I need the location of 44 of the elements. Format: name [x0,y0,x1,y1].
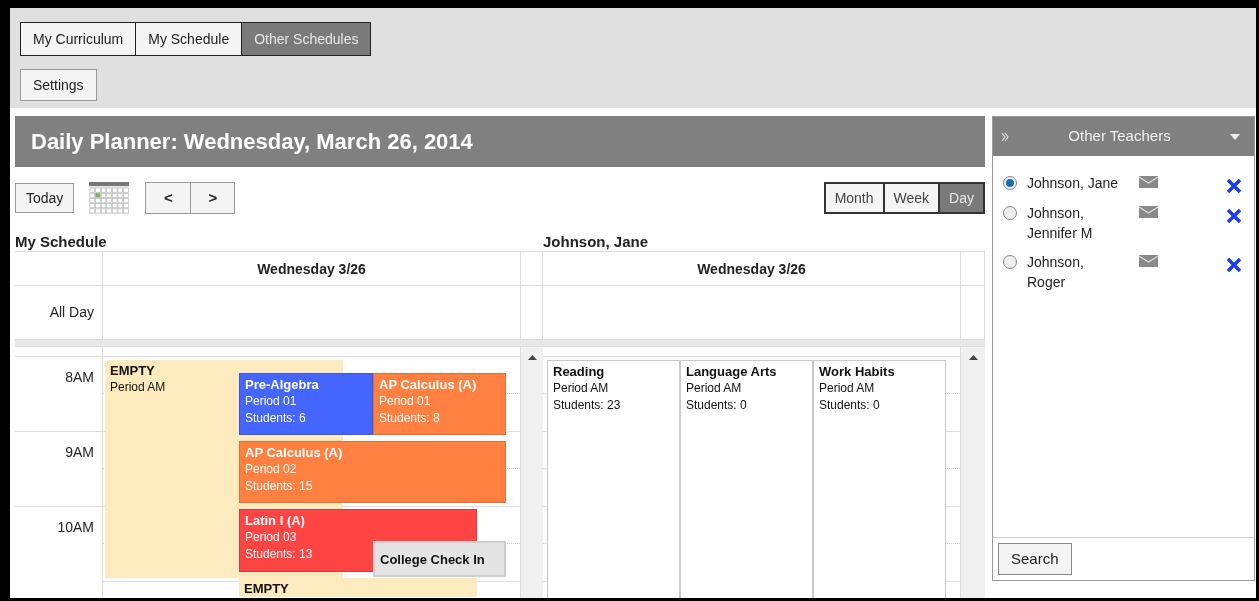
schedule-event[interactable]: Work Habits Period AM Students: 0 [813,360,946,598]
schedule-title: Johnson, Jane [543,232,650,251]
remove-icon[interactable] [1226,257,1242,273]
view-tab[interactable]: Week [882,184,939,212]
dropdown-caret-icon[interactable] [1230,133,1240,140]
hour-label: 10AM [57,519,94,535]
tab[interactable]: My Schedule [135,23,242,55]
day-header: Wednesday 3/26 [256,260,367,279]
day-header: Wednesday 3/26 [696,260,807,279]
mail-icon[interactable] [1139,255,1158,267]
calendar-icon[interactable] [89,182,130,214]
teacher-name[interactable]: Johnson, Jennifer M [1027,203,1121,243]
planner-header: Daily Planner: Wednesday, March 26, 2014 [15,116,985,167]
tab[interactable]: Other Schedules [241,23,371,55]
view-tab[interactable]: Month [825,184,883,212]
double-chevron-icon[interactable] [1001,131,1009,142]
next-button[interactable]: > [190,183,235,213]
panel-title: Other Teachers [1067,126,1172,147]
radio-button[interactable] [1003,206,1017,220]
previous-button[interactable]: < [146,183,191,213]
schedule-event[interactable]: Reading Period AM Students: 23 [547,360,680,598]
remove-icon[interactable] [1226,208,1242,224]
radio-button[interactable] [1003,255,1017,269]
tab[interactable]: My Curriculum [21,23,136,55]
scroll-up-icon[interactable] [527,355,537,360]
today-button[interactable]: Today [15,183,75,213]
remove-icon[interactable] [1226,178,1242,194]
mail-icon[interactable] [1139,206,1158,218]
schedule-event[interactable]: Language Arts Period AM Students: 0 [680,360,813,598]
view-tab[interactable]: Day [938,184,983,212]
schedule-title: My Schedule [15,232,108,251]
teacher-name[interactable]: Johnson, Roger [1027,252,1121,292]
mail-icon[interactable] [1139,176,1158,188]
settings-button[interactable]: Settings [20,69,97,101]
teacher-name[interactable]: Johnson, Jane [1027,173,1121,193]
scroll-up-icon[interactable] [968,355,978,360]
all-day-label: All Day [49,303,94,322]
hour-label: 9AM [65,444,94,460]
schedule-event[interactable]: Pre-Algebra Period 01 Students: 6 [239,373,373,435]
schedule-event[interactable]: EMPTY [239,578,477,597]
schedule-event[interactable]: College Check In [373,541,506,577]
search-button[interactable]: Search [998,543,1072,575]
hour-label: 8AM [65,369,94,385]
radio-button[interactable] [1003,176,1017,190]
